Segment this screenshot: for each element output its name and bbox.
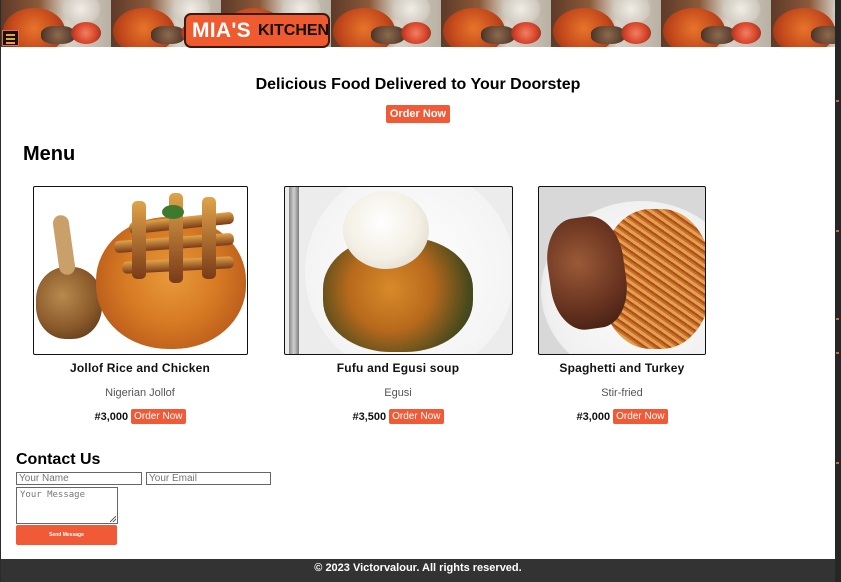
- send-message-button[interactable]: Send Message: [16, 525, 117, 545]
- banner-food-image: [551, 0, 661, 47]
- window-edge: [835, 0, 841, 582]
- hero-title: Delicious Food Delivered to Your Doorste…: [255, 76, 581, 93]
- name-input[interactable]: [16, 472, 142, 485]
- order-now-button[interactable]: Order Now: [389, 409, 444, 424]
- jollof-rice-image: [32, 186, 248, 355]
- menu-title: Menu: [23, 143, 76, 165]
- hamburger-icon[interactable]: [2, 30, 19, 46]
- footer-copyright: © 2023 Victorvalour. All rights reserved…: [314, 562, 522, 574]
- site-logo[interactable]: MIA'S KITCHEN: [184, 13, 330, 48]
- banner-food-image: [441, 0, 551, 47]
- menu-item-desc: Stir-fried: [601, 387, 643, 399]
- message-textarea[interactable]: Your Message: [16, 487, 118, 524]
- header-banner: [1, 0, 835, 47]
- contact-title: Contact Us: [16, 451, 101, 468]
- hero-order-button[interactable]: Order Now: [386, 105, 450, 123]
- order-now-button[interactable]: Order Now: [131, 409, 186, 424]
- footer: © 2023 Victorvalour. All rights reserved…: [1, 559, 835, 582]
- fufu-egusi-image: [283, 186, 513, 355]
- menu-item-name: Fufu and Egusi soup: [336, 361, 460, 375]
- menu-item-desc: Nigerian Jollof: [105, 387, 175, 399]
- menu-item-desc: Egusi: [384, 387, 412, 399]
- menu-card-fufu: Fufu and Egusi soup Egusi #3,500 Order N…: [283, 186, 513, 424]
- logo-sub-text: KITCHEN: [258, 21, 330, 39]
- menu-item-price: #3,000: [94, 410, 129, 423]
- menu-item-name: Spaghetti and Turkey: [559, 361, 685, 375]
- logo-main-text: MIA'S: [192, 18, 251, 42]
- page: MIA'S KITCHEN Delicious Food Delivered t…: [1, 0, 835, 582]
- email-input[interactable]: [146, 472, 271, 485]
- menu-item-price: #3,000: [576, 410, 611, 423]
- resize-handle-icon[interactable]: [110, 516, 116, 522]
- order-now-button[interactable]: Order Now: [613, 409, 668, 424]
- banner-food-image: [771, 0, 835, 47]
- banner-food-image: [661, 0, 771, 47]
- menu-item-price: #3,500: [352, 410, 387, 423]
- menu-item-name: Jollof Rice and Chicken: [70, 361, 210, 375]
- menu-card-jollof: Jollof Rice and Chicken Nigerian Jollof …: [32, 186, 248, 424]
- menu-card-spaghetti: Spaghetti and Turkey Stir-fried #3,000 O…: [537, 186, 707, 424]
- spaghetti-turkey-image: [538, 186, 706, 355]
- banner-food-image: [331, 0, 441, 47]
- message-placeholder: Your Message: [20, 490, 86, 500]
